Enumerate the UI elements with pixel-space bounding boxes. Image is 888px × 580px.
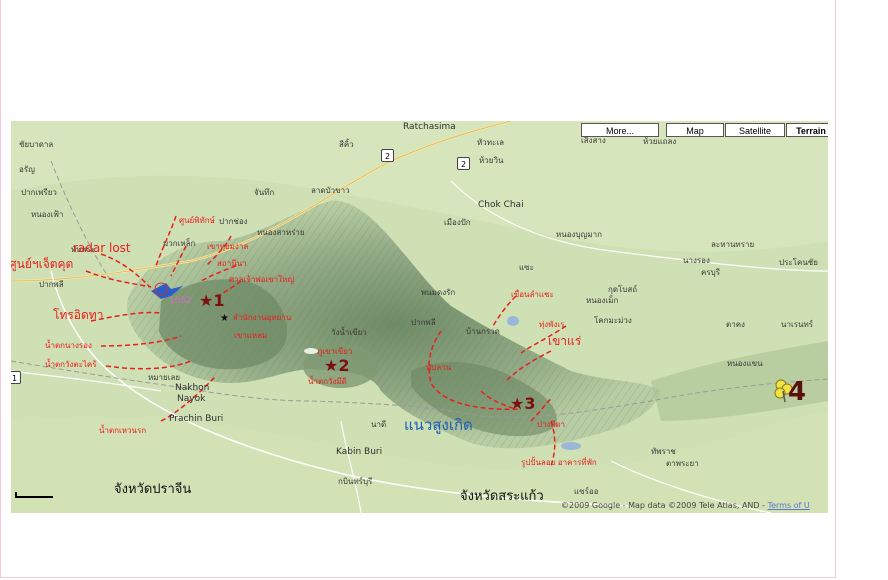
annotation-jet-center-label: ศูนย์พิทักษ์: [179, 216, 215, 225]
road-shield-2: 2: [381, 149, 394, 162]
town-label: มวกเหล็ก: [163, 239, 196, 248]
town-label: จันทึก: [254, 188, 275, 197]
map-type-terrain-button[interactable]: Terrain: [786, 123, 828, 137]
town-label: หนองบุญมาก: [556, 230, 602, 239]
annotation-phu-khew: ภูเขาเขียว: [317, 347, 353, 356]
town-label: กุดโบสถ์: [608, 285, 638, 294]
town-label: ตาคง: [726, 320, 745, 329]
place-nakhon-1: Nakhon: [175, 383, 210, 393]
annotation-dam: เขื่อนลำแชะ: [511, 290, 554, 299]
terrain-shading: [11, 121, 828, 513]
town-label: หนองเม็ก: [586, 296, 619, 305]
town-label: หมายเลย: [148, 373, 181, 382]
annotation-phu-sung: ทับลาน: [426, 363, 452, 372]
place-chok-chai: Chok Chai: [478, 200, 524, 210]
town-label: หนองเฟ้า: [31, 210, 64, 219]
annotation-phra-station: ศาลเจ้าพ่อเขาใหญ่: [229, 275, 295, 284]
town-label: แซะ: [519, 263, 534, 272]
terms-link[interactable]: Terms of U: [768, 501, 810, 510]
town-label: นางรอง: [683, 256, 710, 265]
town-label: ครบุรี: [701, 268, 721, 277]
annotation-range-name: แนวสูงเกิด: [404, 416, 473, 434]
road-shield-1: 1: [11, 371, 21, 384]
annotation-waterfall-3: น้ำตกเหวนรก: [99, 426, 147, 435]
province-prachin-label: จังหวัดปราจีน: [114, 482, 192, 497]
copyright-text: ©2009 Google - Map data ©2009 Tele Atlas…: [561, 501, 768, 510]
town-label: แซร์ออ: [574, 487, 599, 496]
town-label: อรัญ: [19, 165, 35, 174]
town-label: สีคิ้ว: [339, 140, 354, 149]
annotation-khao-kieo: น้ำตกวังมีดิ: [308, 377, 347, 386]
place-prachin-buri: Prachin Buri: [169, 414, 224, 424]
map-more-button[interactable]: More...: [581, 123, 659, 137]
annotation-khao-rae: เขาแร่: [548, 334, 582, 348]
town-label: ทัพราช: [651, 447, 676, 456]
star-icon: ★: [220, 313, 229, 324]
annotation-khao-phang: ทุ่งพังเร: [539, 320, 565, 329]
annotation-jet-center: ศูนย์ฯเจ็ตคุต: [11, 257, 74, 271]
site-marker-3: ★3: [510, 394, 536, 413]
town-label: ปากพลี: [411, 318, 436, 327]
map-copyright: ©2009 Google - Map data ©2009 Tele Atlas…: [561, 502, 810, 510]
town-label: วังน้ำเขียว: [331, 328, 367, 337]
town-label: ปากเพรียว: [21, 188, 57, 197]
annotation-radar-lost: radar lost: [73, 241, 131, 255]
town-label: หัวทะเล: [477, 138, 504, 147]
place-ratchasima: Ratchasima: [403, 122, 456, 132]
map-type-map-button[interactable]: Map: [666, 123, 724, 137]
town-label: เสิงสาง: [581, 136, 606, 145]
town-label: ตาพระยา: [666, 459, 699, 468]
site-marker-1: ★1: [199, 291, 225, 310]
town-label: ปากพลี: [39, 280, 64, 289]
map-type-satellite-button[interactable]: Satellite: [725, 123, 785, 137]
map-scale-bar: [15, 492, 53, 498]
annotation-khao-sam-yot: เขาหุยมงาล: [207, 242, 249, 251]
town-label: ละหานทราย: [711, 240, 755, 249]
site-marker-4: 4: [788, 377, 807, 407]
town-label: หนองสาหร่าย: [257, 228, 305, 237]
terrain-map[interactable]: More... Map Satellite Terrain 2 2 1 Ratc…: [11, 121, 828, 513]
town-label: พนมดงรัก: [421, 288, 456, 297]
town-label: โคกมะม่วง: [594, 316, 632, 325]
annotation-khao-tri2: เขาแหลม: [234, 331, 268, 340]
annotation-sam-sung: รูปปั้นลอย อาคารที่พัก: [521, 458, 597, 467]
annotation-waterfall-2: น้ำตกวังตะไคร้: [45, 360, 97, 369]
town-label: ห้วยแถลง: [643, 137, 677, 146]
town-label: นาเรนทร์: [781, 320, 814, 329]
annotation-waterfall-1: น้ำตกนางรอง: [45, 341, 92, 350]
province-sakaeo-label: จังหวัดสระแก้ว: [460, 489, 544, 504]
town-label: ลาดบัวขาว: [311, 186, 350, 195]
town-label: ประโคนชัย: [779, 258, 818, 267]
annotation-khao-tri: สำนักงานอุทยาน: [233, 313, 292, 322]
flight-number-label: 1052: [169, 296, 192, 306]
town-label: ชัยบาดาล: [19, 140, 54, 149]
town-label: บ้านกรวด: [466, 327, 500, 336]
annotation-tower: โทรอิดทา: [53, 308, 104, 322]
place-kabin-buri: Kabin Buri: [336, 447, 383, 457]
town-label: ห้วยวิน: [479, 156, 504, 165]
town-label: เมืองปัก: [444, 218, 471, 227]
town-label: หนองแขน: [727, 359, 763, 368]
site-marker-2: ★2: [324, 356, 350, 375]
town-label: กบินทร์บุรี: [338, 477, 373, 486]
town-label: ปากช่อง: [219, 217, 248, 226]
annotation-ban-sik: ปางสีดา: [537, 420, 566, 429]
town-label: นาดี: [371, 420, 387, 429]
annotation-khao-lan: สถานีนา: [217, 259, 247, 268]
place-nakhon-2: Nayok: [177, 394, 206, 404]
road-shield-2: 2: [457, 157, 470, 170]
